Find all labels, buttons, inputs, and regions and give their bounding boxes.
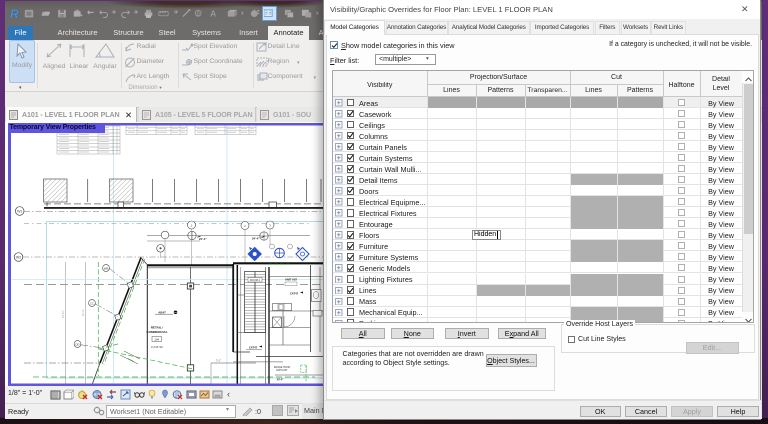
svg-text:CAT47: CAT47 (249, 346, 258, 350)
svg-text:3'-1": 3'-1" (216, 359, 221, 363)
svg-text:ROOM 2: ROOM 2 (250, 278, 261, 282)
svg-text:24'-4": 24'-4" (252, 237, 260, 241)
svg-text:DD: DD (75, 342, 79, 346)
svg-text:COMMERCIAL: COMMERCIAL (146, 330, 167, 334)
svg-text:0: 0 (197, 11, 200, 17)
svg-text:W1: W1 (17, 210, 22, 214)
svg-text:EXHAUST: EXHAUST (276, 369, 288, 372)
svg-text:104: 104 (154, 337, 159, 341)
svg-text:W2: W2 (16, 256, 21, 260)
svg-text:UNIT U87: UNIT U87 (285, 278, 297, 282)
svg-text:WB: WB (104, 266, 109, 270)
svg-text:A: A (210, 9, 216, 18)
svg-text:AB47: AB47 (158, 311, 166, 315)
svg-text:24'-4": 24'-4" (199, 237, 207, 241)
svg-text:CAT47: CAT47 (290, 292, 299, 296)
svg-text:10'-4": 10'-4" (82, 310, 85, 316)
svg-text:40'-4": 40'-4" (277, 379, 284, 382)
svg-text:CC: CC (90, 301, 94, 305)
svg-text:19'-10": 19'-10" (62, 310, 65, 318)
svg-text:3,246 SF: 3,246 SF (151, 345, 163, 349)
